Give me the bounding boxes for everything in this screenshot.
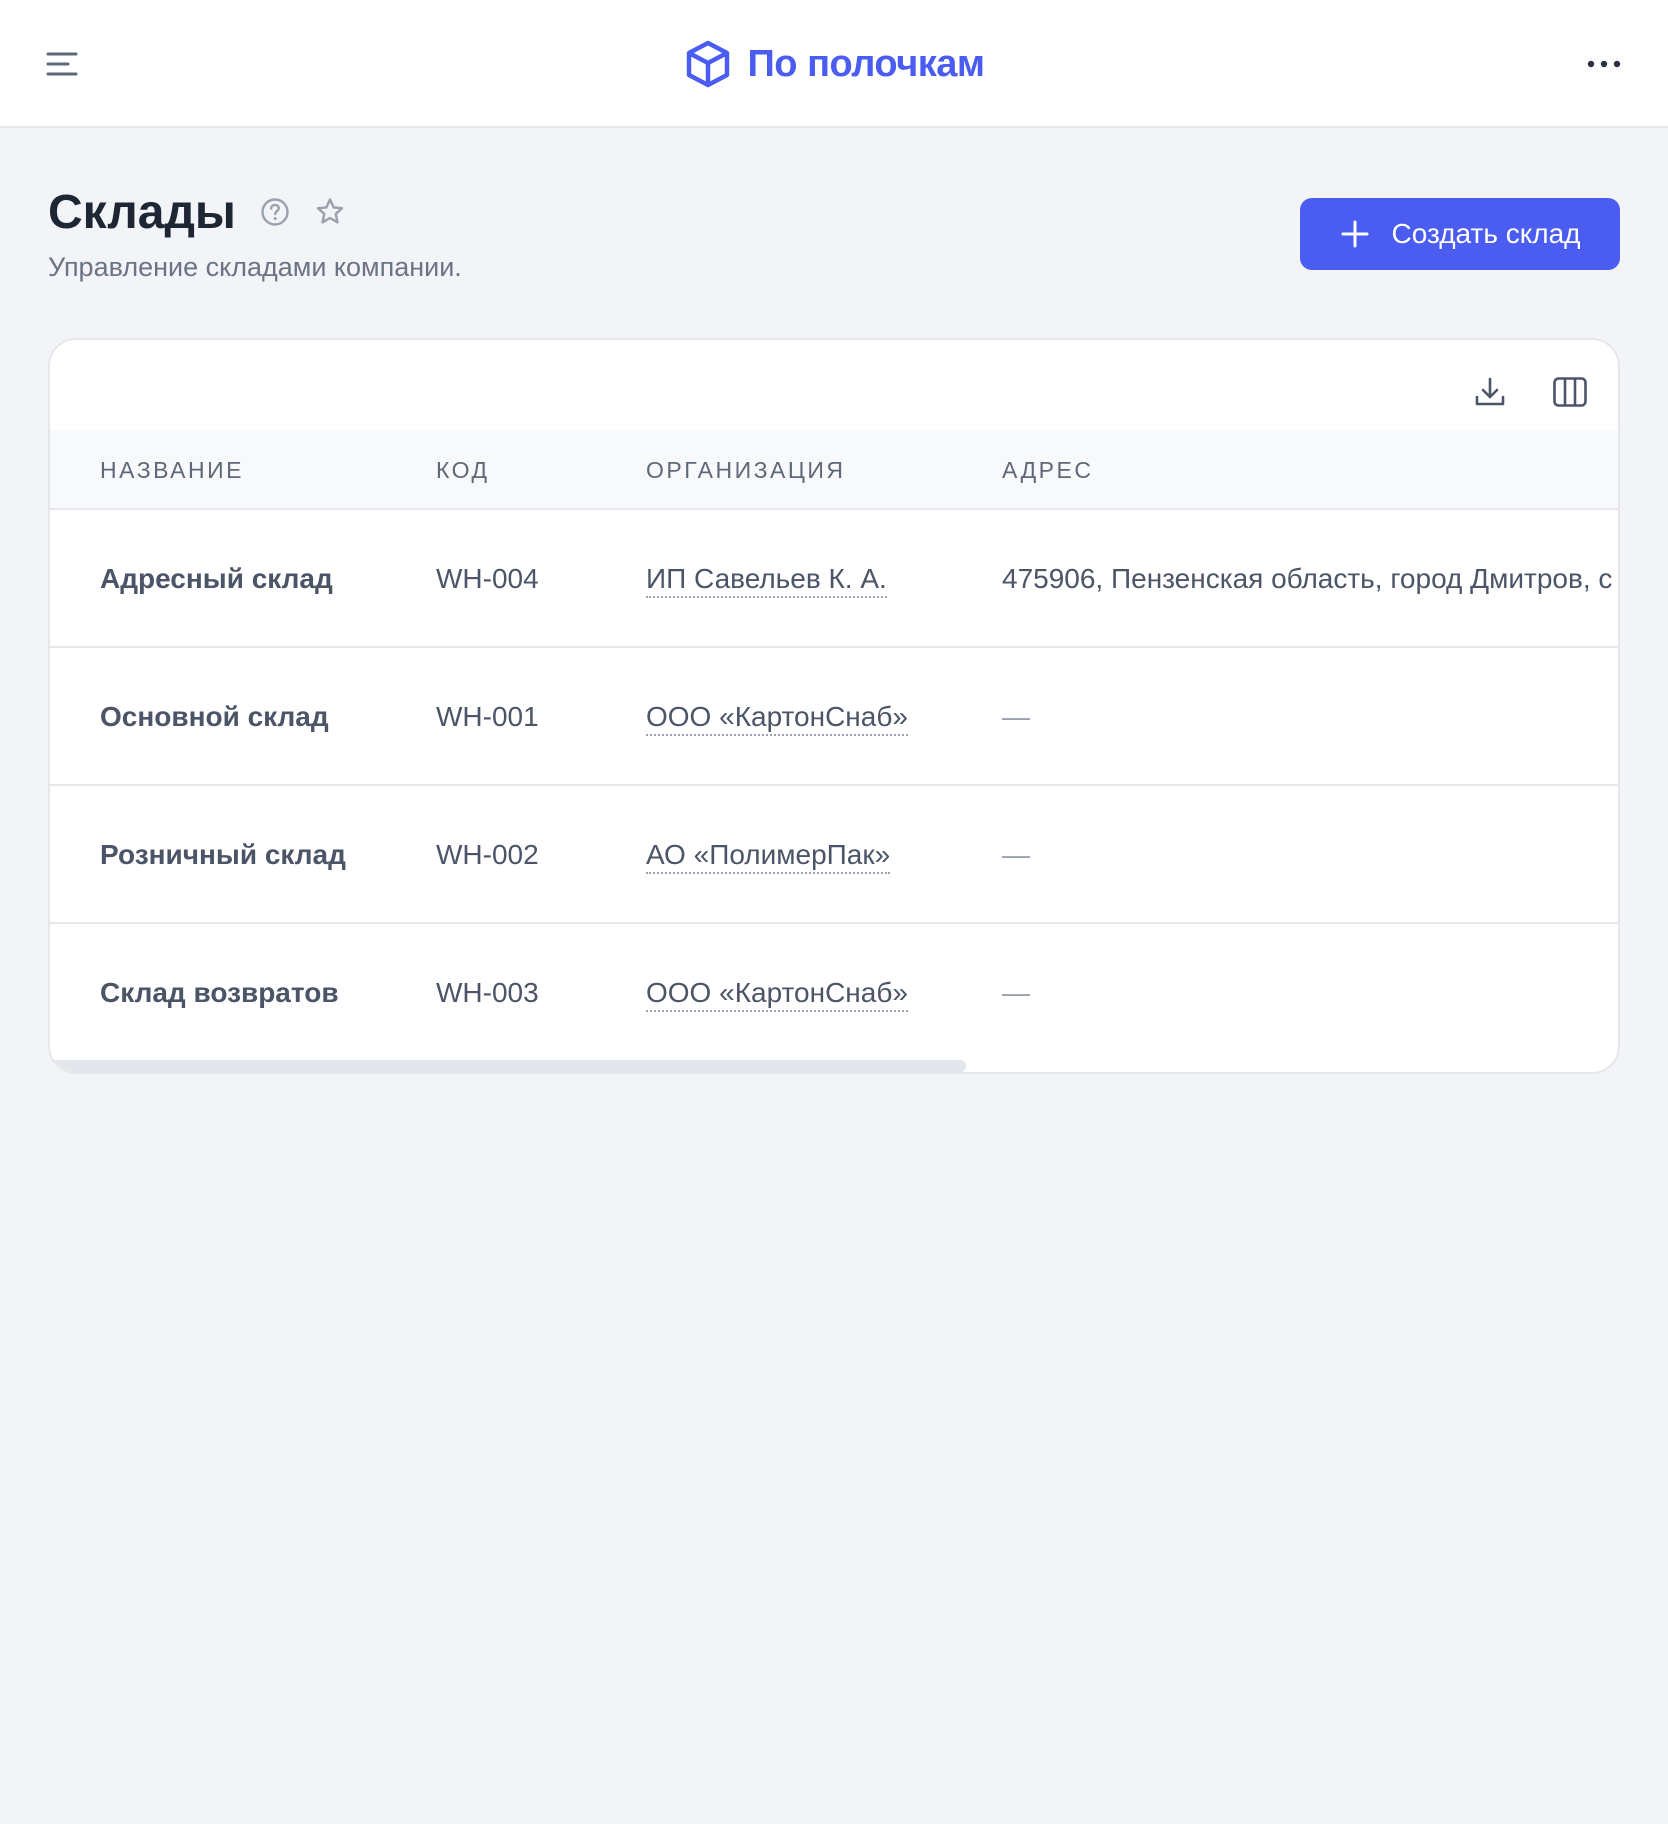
horizontal-scrollbar[interactable]: [50, 1060, 966, 1072]
star-icon: [316, 198, 344, 224]
cell-organization: ООО «КартонСнаб»: [646, 648, 908, 786]
organization-link[interactable]: ООО «КартонСнаб»: [646, 976, 908, 1012]
cell-organization: ИП Савельев К. А.: [646, 510, 887, 648]
brand-name: По полочкам: [747, 42, 985, 85]
warehouses-table: НАЗВАНИЕ КОД ОРГАНИЗАЦИЯ АДРЕС Адресный …: [50, 430, 1618, 1050]
brand: По полочкам: [0, 0, 1668, 128]
help-circle-icon: [261, 198, 289, 226]
cell-address: 475906, Пензенская область, город Дмитро…: [1002, 563, 1613, 594]
cell-name: Основной склад: [100, 701, 329, 732]
help-button[interactable]: [260, 197, 290, 227]
column-header-name[interactable]: НАЗВАНИЕ: [100, 430, 244, 510]
cell-organization: АО «ПолимерПак»: [646, 786, 891, 924]
more-horizontal-icon: [1587, 60, 1621, 68]
warehouses-card: НАЗВАНИЕ КОД ОРГАНИЗАЦИЯ АДРЕС Адресный …: [48, 338, 1620, 1074]
page-title: Склады: [48, 185, 236, 239]
table-row[interactable]: Склад возвратов WH-003 ООО «КартонСнаб» …: [50, 924, 1618, 1050]
cell-name: Розничный склад: [100, 839, 346, 870]
organization-link[interactable]: ООО «КартонСнаб»: [646, 700, 908, 736]
cell-code: WH-003: [436, 977, 539, 1008]
title-row: Склады: [48, 180, 346, 244]
organization-link[interactable]: АО «ПолимерПак»: [646, 838, 891, 874]
cell-address: —: [1002, 977, 1030, 1008]
page-header: Склады Управление складами компании. Соз…: [48, 180, 1620, 300]
favorite-button[interactable]: [314, 196, 346, 228]
cell-address: —: [1002, 701, 1030, 732]
top-bar: По полочкам: [0, 0, 1668, 128]
table-toolbar: [50, 340, 1618, 430]
box-logo-icon: [687, 40, 730, 88]
hamburger-icon: [46, 52, 78, 76]
table-row[interactable]: Основной склад WH-001 ООО «КартонСнаб» —: [50, 648, 1618, 786]
columns-button[interactable]: [1548, 370, 1592, 414]
cell-organization: ООО «КартонСнаб»: [646, 924, 908, 1050]
cell-name: Склад возвратов: [100, 977, 339, 1008]
columns-icon: [1553, 377, 1587, 407]
download-icon: [1475, 377, 1505, 406]
plus-icon: [1341, 220, 1368, 248]
create-warehouse-button[interactable]: Создать склад: [1300, 198, 1620, 270]
column-header-organization[interactable]: ОРГАНИЗАЦИЯ: [646, 430, 846, 510]
organization-link[interactable]: ИП Савельев К. А.: [646, 562, 887, 598]
menu-button[interactable]: [44, 46, 80, 82]
cell-address: —: [1002, 839, 1030, 870]
cell-code: WH-002: [436, 839, 539, 870]
table-header: НАЗВАНИЕ КОД ОРГАНИЗАЦИЯ АДРЕС: [50, 430, 1618, 510]
table-row[interactable]: Розничный склад WH-002 АО «ПолимерПак» —: [50, 786, 1618, 924]
cell-name: Адресный склад: [100, 563, 333, 594]
create-warehouse-label: Создать склад: [1391, 218, 1581, 249]
column-header-address[interactable]: АДРЕС: [1002, 430, 1093, 510]
page-subtitle: Управление складами компании.: [48, 252, 462, 282]
cell-code: WH-001: [436, 701, 539, 732]
column-header-code[interactable]: КОД: [436, 430, 490, 510]
more-options-button[interactable]: [1580, 46, 1628, 82]
cell-code: WH-004: [436, 563, 539, 594]
table-row[interactable]: Адресный склад WH-004 ИП Савельев К. А. …: [50, 510, 1618, 648]
export-button[interactable]: [1468, 370, 1512, 414]
